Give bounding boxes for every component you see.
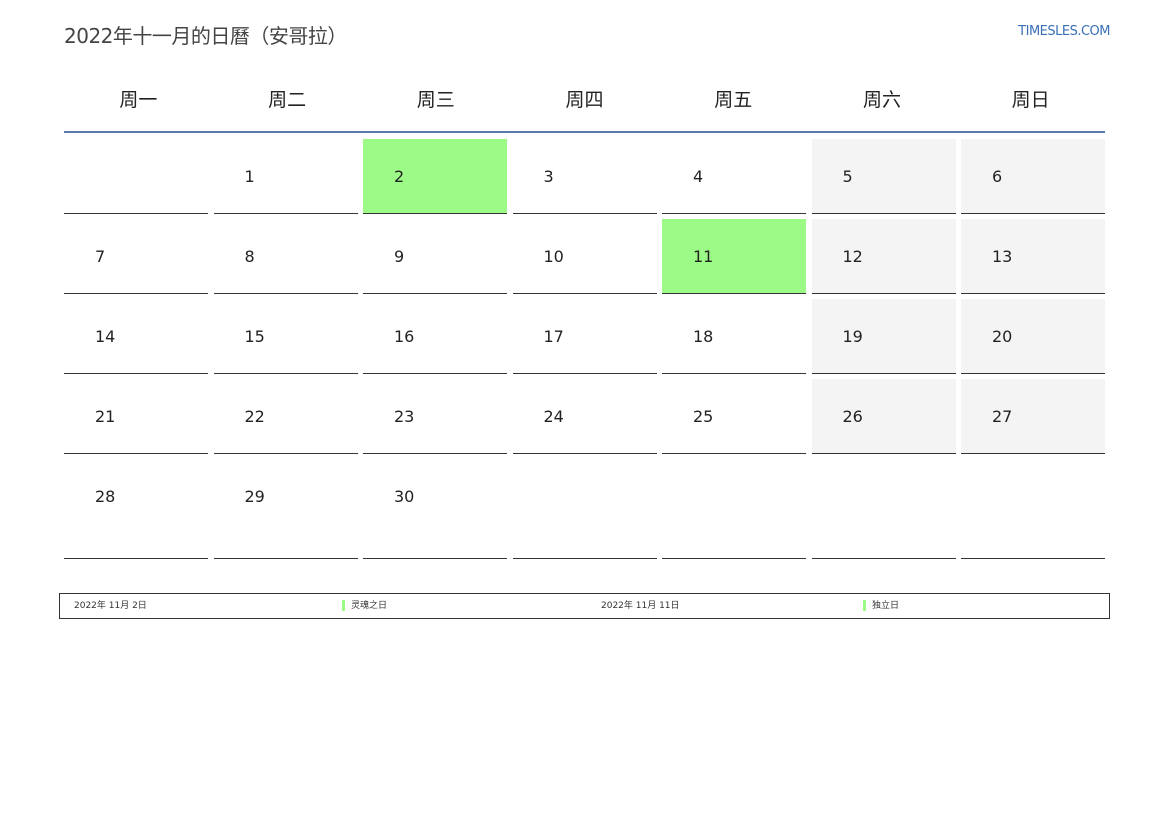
day-number: 16: [394, 327, 415, 346]
day-cell: 10: [512, 219, 657, 294]
legend-date: 2022年 11月 2日: [74, 601, 147, 611]
weekday-label: 周四: [565, 89, 604, 111]
header-divider: [64, 131, 1105, 133]
day-number: 28: [95, 487, 116, 506]
day-number: 26: [842, 407, 863, 426]
day-cell: 15: [213, 299, 358, 374]
weekday-label: 周三: [416, 89, 455, 111]
day-number: 14: [95, 327, 116, 346]
day-cell: 12: [811, 219, 956, 294]
legend-date: 2022年 11月 11日: [601, 601, 680, 611]
day-cell: 22: [213, 379, 358, 454]
day-number: 20: [992, 327, 1013, 346]
day-cell: [662, 459, 806, 559]
day-number: 30: [394, 487, 415, 506]
day-number: 1: [244, 167, 255, 186]
day-cell: 7: [64, 219, 208, 294]
day-cell: 24: [512, 379, 657, 454]
day-number: 7: [95, 247, 106, 266]
day-number: 29: [244, 487, 265, 506]
day-number: 2: [394, 167, 405, 186]
day-cell: 28: [64, 459, 208, 559]
weekday-label: 周六: [862, 89, 901, 111]
day-cell: [512, 459, 657, 559]
day-number: 21: [95, 407, 116, 426]
day-number: 15: [244, 327, 265, 346]
day-cell: 11: [662, 219, 806, 294]
day-cell: 18: [662, 299, 806, 374]
day-cell: 30: [363, 459, 507, 559]
day-cell: [961, 459, 1105, 559]
day-cell: 20: [961, 299, 1105, 374]
day-cell: 27: [961, 379, 1105, 454]
day-cell: 29: [213, 459, 358, 559]
day-cell: 16: [363, 299, 507, 374]
day-cell: 9: [363, 219, 507, 294]
legend-holiday-name: 独立日: [872, 601, 900, 611]
day-cell: 6: [961, 139, 1105, 214]
weekday-label: 周五: [714, 89, 753, 111]
brand-link[interactable]: TIMESLES.COM: [1018, 24, 1110, 39]
day-number: 25: [693, 407, 714, 426]
day-number: 11: [693, 247, 714, 266]
day-cell: [811, 459, 956, 559]
legend-color-marker: [342, 600, 345, 611]
weekday-label: 周二: [268, 89, 307, 111]
day-number: 10: [543, 247, 564, 266]
day-number: 24: [543, 407, 564, 426]
day-cell: 26: [811, 379, 956, 454]
day-cell: 2: [363, 139, 507, 214]
day-cell: 14: [64, 299, 208, 374]
day-number: 4: [693, 167, 704, 186]
day-number: 12: [842, 247, 863, 266]
day-number: 17: [543, 327, 564, 346]
day-cell: 8: [213, 219, 358, 294]
day-number: 27: [992, 407, 1013, 426]
day-number: 6: [992, 167, 1003, 186]
day-cell: 13: [961, 219, 1105, 294]
day-number: 19: [842, 327, 863, 346]
weekday-label: 周日: [1011, 89, 1050, 111]
day-number: 5: [842, 167, 853, 186]
day-number: 3: [543, 167, 554, 186]
day-number: 9: [394, 247, 405, 266]
weekday-header-row: 周一 周二 周三 周四 周五 周六 周日: [64, 68, 1105, 132]
legend-holiday-name: 灵魂之日: [351, 601, 388, 611]
day-number: 13: [992, 247, 1013, 266]
legend-color-marker: [863, 600, 866, 611]
day-number: 8: [244, 247, 255, 266]
weekday-label: 周一: [119, 89, 158, 111]
page-title: 2022年十一月的日曆（安哥拉）: [64, 24, 347, 48]
day-cell: 25: [662, 379, 806, 454]
day-cell: 17: [512, 299, 657, 374]
day-cell: 1: [213, 139, 358, 214]
day-cell: 21: [64, 379, 208, 454]
day-cell: [64, 139, 208, 214]
day-number: 22: [244, 407, 265, 426]
calendar-grid: 1 2 3 4 5 6 7 8 9 10 11 12 13 14 15 16 17 18 19 20 21 22 23 24 2…: [64, 139, 1105, 559]
holiday-legend: 2022年 11月 2日 灵魂之日 2022年 11月 11日 独立日: [59, 593, 1110, 619]
day-number: 18: [693, 327, 714, 346]
day-number: 23: [394, 407, 415, 426]
day-cell: 19: [811, 299, 956, 374]
day-cell: 5: [811, 139, 956, 214]
day-cell: 23: [363, 379, 507, 454]
day-cell: 3: [512, 139, 657, 214]
day-cell: 4: [662, 139, 806, 214]
